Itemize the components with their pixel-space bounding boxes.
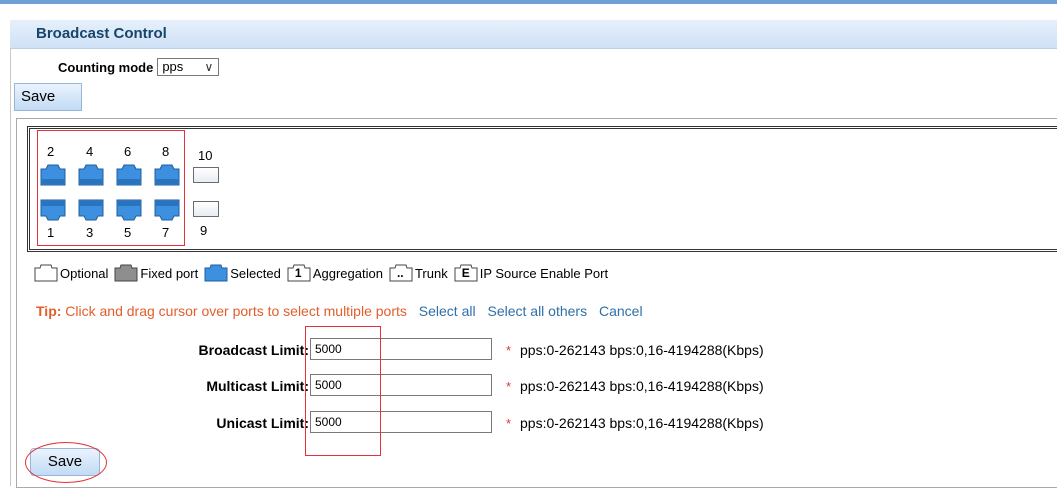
save-button-top[interactable]: Save [14,83,82,111]
selected-port-icon [204,264,228,282]
port-label-3: 3 [86,225,94,240]
legend-fixed-label: Fixed port [140,265,199,281]
multicast-limit-row: Multicast Limit: * pps:0-262143 bps:0,16… [0,374,1057,398]
unicast-limit-label: Unicast Limit: [216,415,309,431]
port-label-9: 9 [200,223,208,238]
tip-label: Tip: [36,303,62,319]
legend-aggregation: 1 Aggregation [287,264,383,282]
port-2[interactable] [39,164,67,186]
counting-mode-value: pps [162,59,184,74]
input-highlight-box [305,326,381,456]
aggregation-icon-text: 1 [294,266,302,280]
legend-fixed: Fixed port [114,264,198,282]
unicast-limit-row: Unicast Limit: * pps:0-262143 bps:0,16-4… [0,411,1057,435]
counting-mode-select[interactable]: pps ∨ [157,58,220,76]
broadcast-limit-label: Broadcast Limit: [198,342,309,358]
trunk-icon-text: .. [396,266,404,280]
port-label-5: 5 [124,225,132,240]
multicast-limit-hint: pps:0-262143 bps:0,16-4194288(Kbps) [520,378,764,394]
select-all-link[interactable]: Select all [419,303,476,319]
ipsource-icon-text: E [461,266,470,280]
counting-mode-label: Counting mode [58,59,154,75]
multicast-limit-label: Multicast Limit: [206,378,309,394]
optional-port-icon [34,264,58,282]
port-legend: Optional Fixed port Selected 1 Aggregati… [34,262,614,284]
legend-selected-label: Selected [230,265,281,281]
legend-trunk-label: Trunk [414,265,448,281]
port-label-8: 8 [162,144,170,159]
port-label-6: 6 [124,144,132,159]
port-5[interactable] [115,199,143,221]
tip-row: Tip: Click and drag cursor over ports to… [36,303,643,319]
legend-optional: Optional [34,264,108,282]
tip-text: Click and drag cursor over ports to sele… [65,303,407,319]
chevron-down-icon: ∨ [204,60,214,74]
legend-ipsource-label: IP Source Enable Port [479,265,609,281]
select-all-others-link[interactable]: Select all others [487,303,587,319]
legend-aggregation-label: Aggregation [312,265,383,281]
port-9[interactable] [193,201,219,217]
required-mark: * [506,416,512,431]
fixed-port-icon [114,264,138,282]
trunk-port-icon: .. [389,264,413,282]
ip-source-port-icon: E [454,264,478,282]
legend-selected: Selected [204,264,281,282]
port-4[interactable] [77,164,105,186]
port-1[interactable] [39,199,67,221]
port-10[interactable] [193,167,219,183]
broadcast-limit-hint: pps:0-262143 bps:0,16-4194288(Kbps) [520,342,764,358]
port-label-4: 4 [86,144,94,159]
cancel-link[interactable]: Cancel [599,303,643,319]
port-label-1: 1 [47,225,55,240]
legend-optional-label: Optional [60,265,109,281]
port-label-7: 7 [162,225,170,240]
legend-ipsource: E IP Source Enable Port [454,264,608,282]
port-label-10: 10 [198,148,213,163]
unicast-limit-hint: pps:0-262143 bps:0,16-4194288(Kbps) [520,415,764,431]
save-button-bottom[interactable]: Save [30,448,100,476]
required-mark: * [506,379,512,394]
port-8[interactable] [153,164,181,186]
counting-mode-row: Counting mode pps ∨ [58,56,220,78]
port-3[interactable] [77,199,105,221]
aggregation-port-icon: 1 [287,264,311,282]
broadcast-limit-row: Broadcast Limit: * pps:0-262143 bps:0,16… [0,338,1057,362]
port-label-2: 2 [47,144,55,159]
top-border [0,0,1057,4]
port-7[interactable] [153,199,181,221]
required-mark: * [506,343,512,358]
section-header: Broadcast Control [10,20,1057,49]
page-title: Broadcast Control [36,25,167,42]
port-6[interactable] [115,164,143,186]
legend-trunk: .. Trunk [389,264,448,282]
